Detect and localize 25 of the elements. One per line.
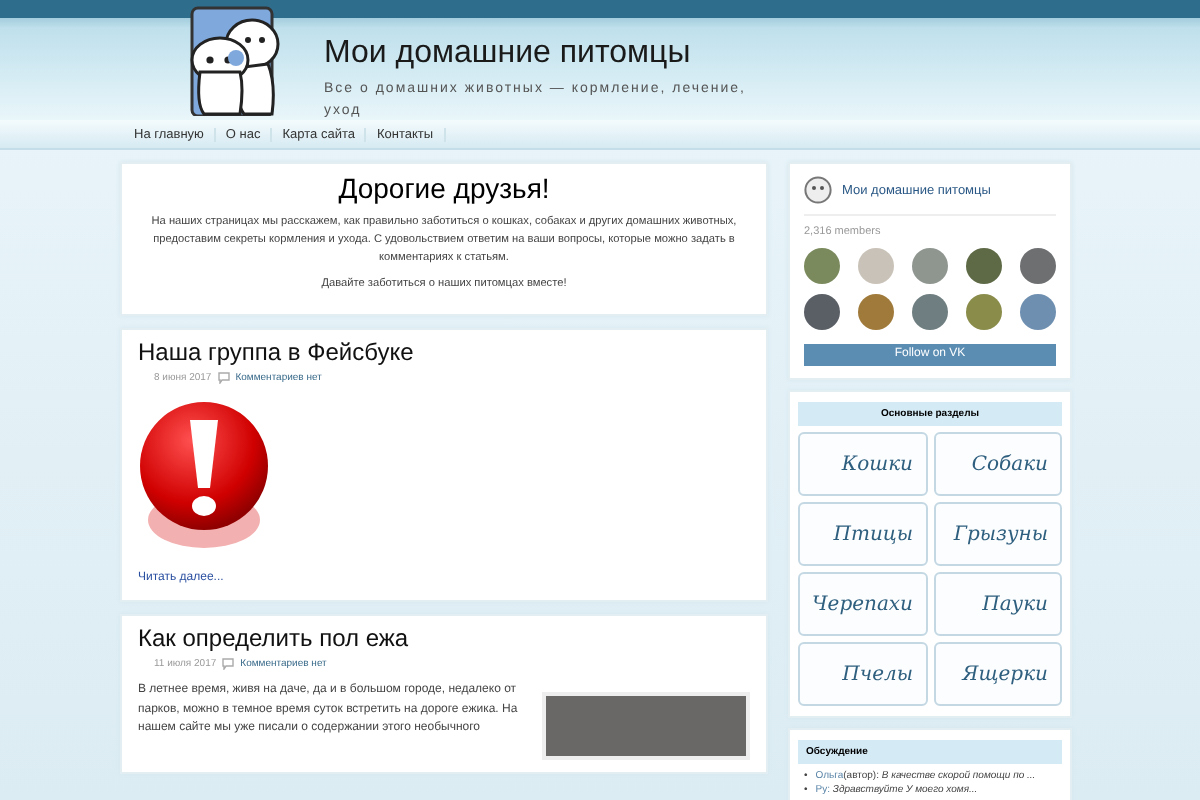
member-avatar[interactable] <box>966 294 1002 330</box>
category-tile[interactable]: Грызуны <box>933 502 1062 566</box>
comment-icon <box>217 372 230 384</box>
category-tile[interactable]: Черепахи <box>798 572 927 636</box>
member-avatar[interactable] <box>966 248 1002 284</box>
category-tile[interactable]: Кошки <box>798 432 927 496</box>
member-avatar[interactable] <box>912 294 948 330</box>
category-tile[interactable]: Пауки <box>933 572 1062 636</box>
intro-title: Дорогие друзья! <box>336 172 552 204</box>
group-avatar-icon <box>804 176 832 204</box>
member-avatar[interactable] <box>804 294 840 330</box>
member-avatar[interactable] <box>912 248 948 284</box>
comment-icon <box>222 658 235 670</box>
site-title[interactable]: Мои домашние питомцы <box>324 36 784 72</box>
exclamation-icon <box>138 400 270 552</box>
category-tile[interactable]: Птицы <box>798 502 927 566</box>
member-avatar[interactable] <box>1020 294 1056 330</box>
member-avatar[interactable] <box>1020 248 1056 284</box>
post-title[interactable]: Наша группа в Фейсбуке <box>138 338 750 366</box>
category-tile[interactable]: Пчелы <box>798 642 927 706</box>
category-tile[interactable]: Собаки <box>933 432 1062 496</box>
member-avatar[interactable] <box>858 294 894 330</box>
member-avatar[interactable] <box>804 248 840 284</box>
post-title[interactable]: Как определить пол ежа <box>138 624 750 652</box>
category-tile[interactable]: Ящерки <box>933 642 1062 706</box>
